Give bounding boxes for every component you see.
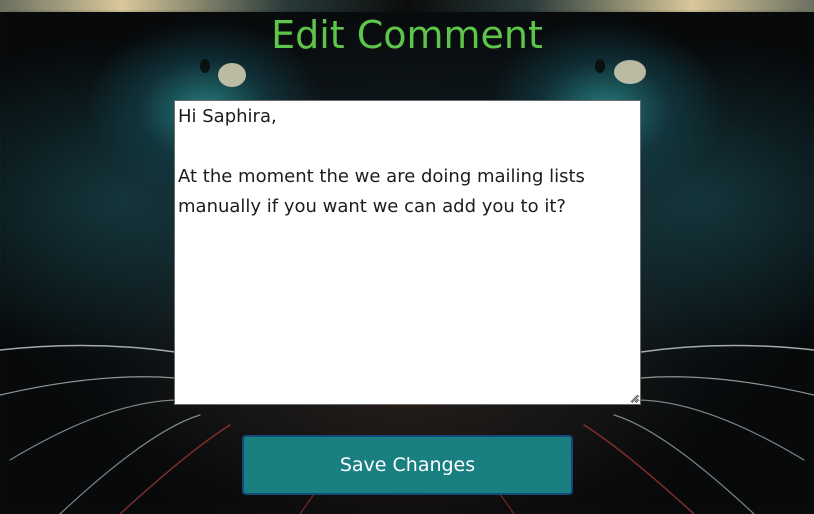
page-title: Edit Comment bbox=[271, 13, 543, 57]
save-changes-button[interactable]: Save Changes bbox=[242, 435, 573, 495]
page-background: Edit Comment Save Changes bbox=[0, 0, 814, 514]
comment-textarea[interactable] bbox=[174, 100, 641, 405]
